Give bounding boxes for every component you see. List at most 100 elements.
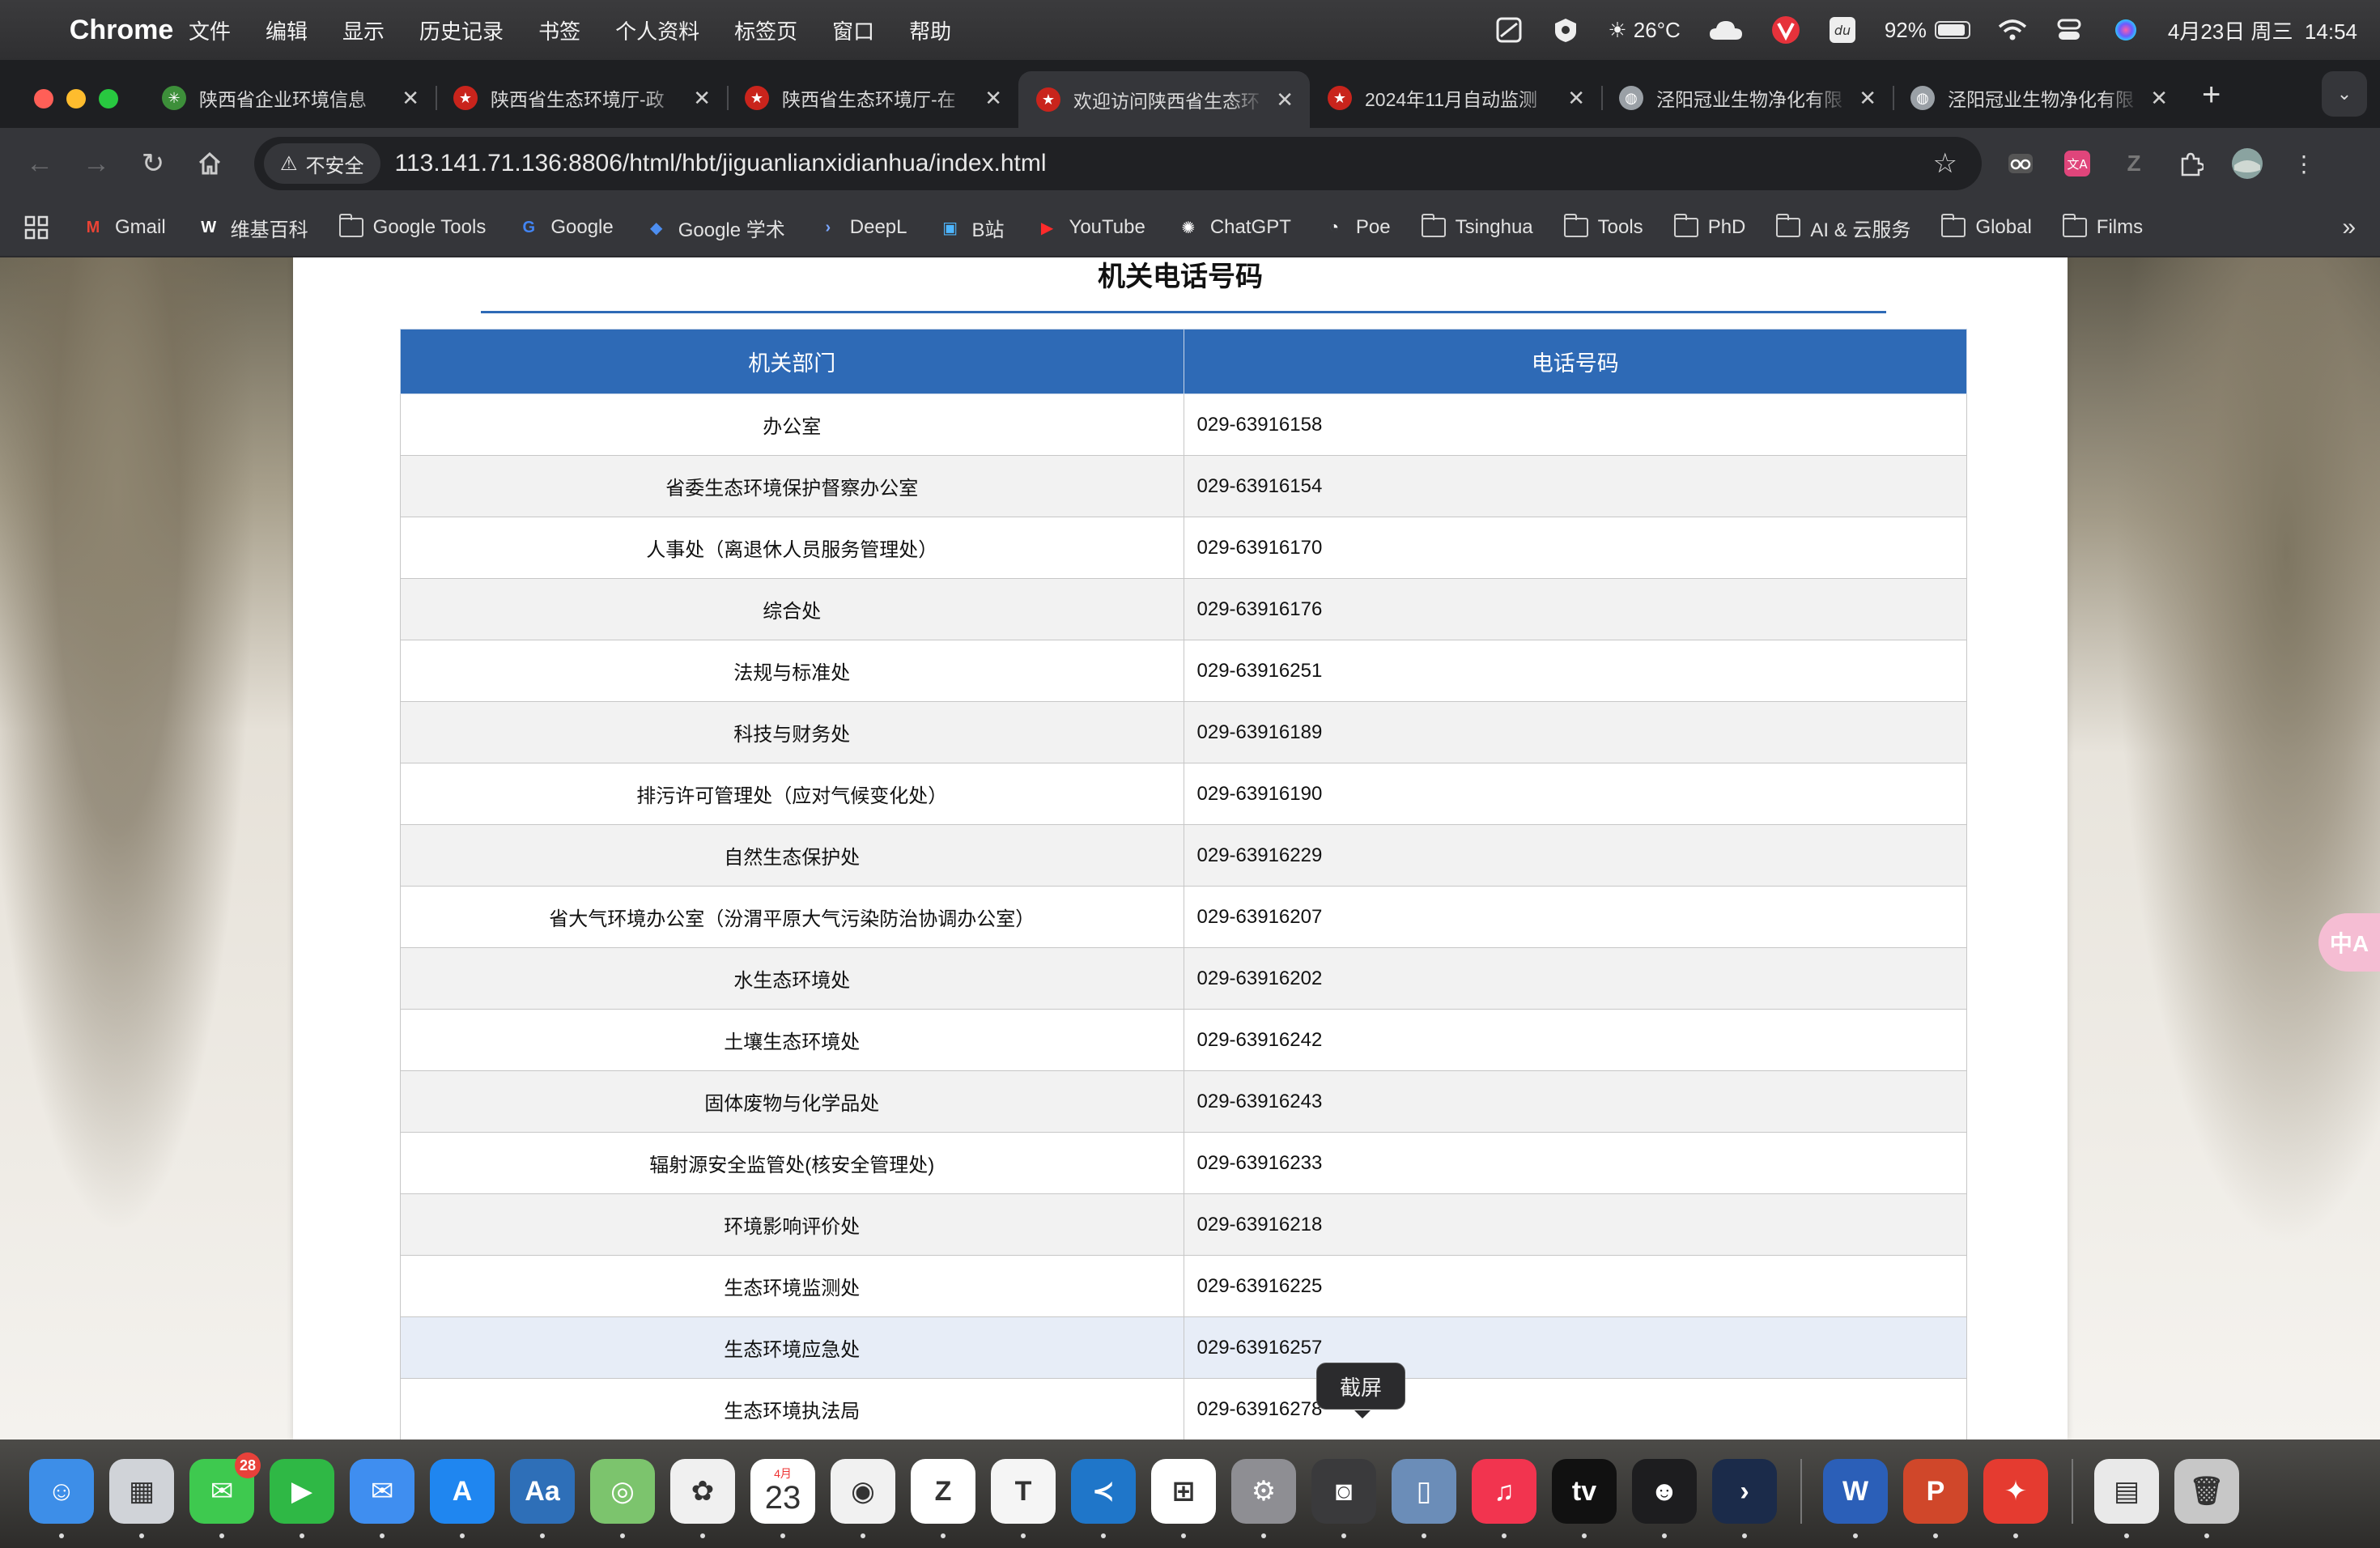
zoom-window-button[interactable] [99, 89, 118, 108]
chrome-menu-icon[interactable]: ⋮ [2288, 147, 2320, 180]
menu-bookmarks[interactable]: 书签 [538, 15, 580, 45]
wifi-icon[interactable] [1998, 15, 2027, 45]
translate-float-button[interactable]: 中A [2318, 913, 2380, 972]
vivaldi-icon[interactable] [1771, 15, 1800, 45]
menu-history[interactable]: 历史记录 [419, 15, 504, 45]
du-icon[interactable]: du [1828, 15, 1857, 45]
calendar-dock-icon[interactable]: 4月 23 [750, 1459, 815, 1538]
vscode-dock-icon[interactable]: ≺ [1071, 1459, 1136, 1538]
extensions-puzzle-icon[interactable] [2174, 147, 2207, 180]
menu-edit[interactable]: 编辑 [266, 15, 308, 45]
close-window-button[interactable] [34, 89, 53, 108]
tab-close-icon[interactable]: ✕ [693, 86, 711, 111]
photos-dock-icon[interactable]: ✿ [670, 1459, 735, 1538]
app-store-dock-icon[interactable]: A [430, 1459, 495, 1538]
trash-dock-icon[interactable]: 🗑 [2174, 1459, 2239, 1538]
menu-window[interactable]: 窗口 [832, 15, 874, 45]
tab[interactable]: ✳ 陕西省企业环境信息 ✕ [144, 71, 436, 125]
acrobat-dock-icon[interactable]: ✦ [1983, 1459, 2048, 1538]
bookmark-item[interactable]: ◔ Poe [1322, 215, 1391, 240]
bookmark-item[interactable]: W 维基百科 [197, 214, 308, 242]
finder-dock-icon[interactable]: ☺ [29, 1459, 94, 1538]
stats-icon[interactable] [1494, 15, 1524, 45]
bookmark-item[interactable]: ▣ B站 [938, 214, 1004, 242]
bookmark-item[interactable]: › DeepL [816, 215, 907, 240]
bookmark-item[interactable]: Google Tools [338, 214, 486, 239]
facetime-dock-icon[interactable]: ▶ [270, 1459, 334, 1538]
extension-translate-icon[interactable]: 文A [2061, 147, 2093, 180]
clock-datetime[interactable]: 4月23日 周三 14:54 [2168, 15, 2357, 45]
bookmark-item[interactable]: Tsinghua [1421, 214, 1533, 239]
siri-icon[interactable] [2111, 15, 2140, 45]
tab[interactable]: ★ 陕西省生态环境厅-在 ✕ [727, 71, 1018, 125]
tab-close-icon[interactable]: ✕ [1276, 87, 1294, 113]
word-dock-icon[interactable]: W [1823, 1459, 1888, 1538]
reload-button[interactable]: ↻ [130, 140, 176, 187]
tab-close-icon[interactable]: ✕ [1859, 86, 1876, 111]
bookmark-item[interactable]: AI & 云服务 [1776, 214, 1910, 242]
tab-search-button[interactable]: ⌄ [2322, 71, 2367, 117]
zotero-dock-icon[interactable]: Z [911, 1459, 975, 1538]
tab-close-icon[interactable]: ✕ [402, 86, 419, 111]
bookmark-item[interactable]: PhD [1673, 214, 1745, 239]
iphone-mirroring-dock-icon[interactable]: ▯ [1392, 1459, 1456, 1538]
shield-icon[interactable] [1551, 15, 1580, 45]
screenshot-dock-icon[interactable]: ◙ [1311, 1459, 1376, 1538]
menu-profiles[interactable]: 个人资料 [615, 15, 699, 45]
control-center-icon[interactable] [2055, 15, 2084, 45]
menu-app-name[interactable]: Chrome [70, 0, 173, 62]
tab-close-icon[interactable]: ✕ [2150, 86, 2168, 111]
music-dock-icon[interactable]: ♫ [1472, 1459, 1536, 1538]
mail-dock-icon[interactable]: ✉ [350, 1459, 414, 1538]
bookmark-item[interactable]: Films [2062, 214, 2143, 239]
weather-sun-icon[interactable]: ☀ 26°C [1608, 15, 1680, 45]
bookmark-item[interactable]: G Google [516, 215, 614, 240]
tab-close-icon[interactable]: ✕ [1567, 86, 1585, 111]
tab[interactable]: ◍ 泾阳冠业生物净化有限 ✕ [1893, 71, 2184, 125]
bookmark-item[interactable]: Tools [1563, 214, 1643, 239]
launchpad-dock-icon[interactable]: ▦ [109, 1459, 174, 1538]
page-viewport[interactable]: 机关电话号码 机关部门 电话号码 办公室 029-63916158 省委生态环境保护… [0, 257, 2380, 1440]
chrome-dock-icon[interactable]: ◉ [831, 1459, 895, 1538]
bookmark-item[interactable]: ✺ ChatGPT [1176, 215, 1290, 240]
home-button[interactable] [186, 140, 233, 187]
messages-dock-icon[interactable]: ✉ 28 [189, 1452, 261, 1538]
menu-help[interactable]: 帮助 [909, 15, 951, 45]
bookmark-star-icon[interactable]: ☆ [1933, 147, 1957, 180]
extension-reader-icon[interactable] [2004, 147, 2037, 180]
minimize-window-button[interactable] [66, 89, 86, 108]
apple-tv-dock-icon[interactable]: tv [1552, 1459, 1617, 1538]
typora-dock-icon[interactable]: T [991, 1459, 1056, 1538]
tab-close-icon[interactable]: ✕ [984, 86, 1002, 111]
bookmark-item[interactable]: ▶ YouTube [1035, 215, 1145, 240]
profile-avatar[interactable] [2231, 147, 2263, 180]
tab[interactable]: ◍ 泾阳冠业生物净化有限 ✕ [1601, 71, 1893, 125]
prompt-app-dock-icon[interactable]: › [1712, 1459, 1777, 1538]
chat-app-dock-icon[interactable]: ☻ [1632, 1459, 1697, 1538]
menu-file[interactable]: 文件 [189, 15, 231, 45]
new-tab-button[interactable]: + [2202, 77, 2221, 113]
apps-grid-icon[interactable] [24, 215, 49, 240]
bookmark-item[interactable]: M Gmail [81, 215, 166, 240]
powerpoint-dock-icon[interactable]: P [1903, 1459, 1968, 1538]
bookmarks-overflow-icon[interactable]: » [2342, 214, 2356, 241]
windows-app-dock-icon[interactable]: ⊞ [1151, 1459, 1216, 1538]
dictionary-dock-icon[interactable]: Aa [510, 1459, 575, 1538]
back-button[interactable]: ← [16, 140, 63, 187]
address-bar[interactable]: ⚠ 不安全 113.141.71.136:8806/html/hbt/jigua… [254, 137, 1982, 190]
tab-active[interactable]: ★ 欢迎访问陕西省生态环 ✕ [1018, 71, 1310, 128]
site-info-chip[interactable]: ⚠ 不安全 [264, 143, 380, 184]
extension-zotero-icon[interactable]: Z [2118, 147, 2150, 180]
battery-status[interactable]: 92% [1885, 15, 1970, 45]
menu-tab[interactable]: 标签页 [734, 15, 797, 45]
bookmark-item[interactable]: ◆ Google 学术 [644, 214, 785, 242]
forward-button[interactable]: → [73, 140, 120, 187]
system-settings-dock-icon[interactable]: ⚙ [1231, 1459, 1296, 1538]
tab[interactable]: ★ 2024年11月自动监测 ✕ [1310, 71, 1601, 125]
cloud-icon[interactable] [1708, 15, 1744, 45]
url-text[interactable]: 113.141.71.136:8806/html/hbt/jiguanlianx… [395, 150, 1933, 177]
menu-view[interactable]: 显示 [342, 15, 385, 45]
bookmark-item[interactable]: Global [1941, 214, 2032, 239]
document-stack-dock-icon[interactable]: ▤ [2094, 1459, 2159, 1538]
tab[interactable]: ★ 陕西省生态环境厅-政 ✕ [436, 71, 727, 125]
